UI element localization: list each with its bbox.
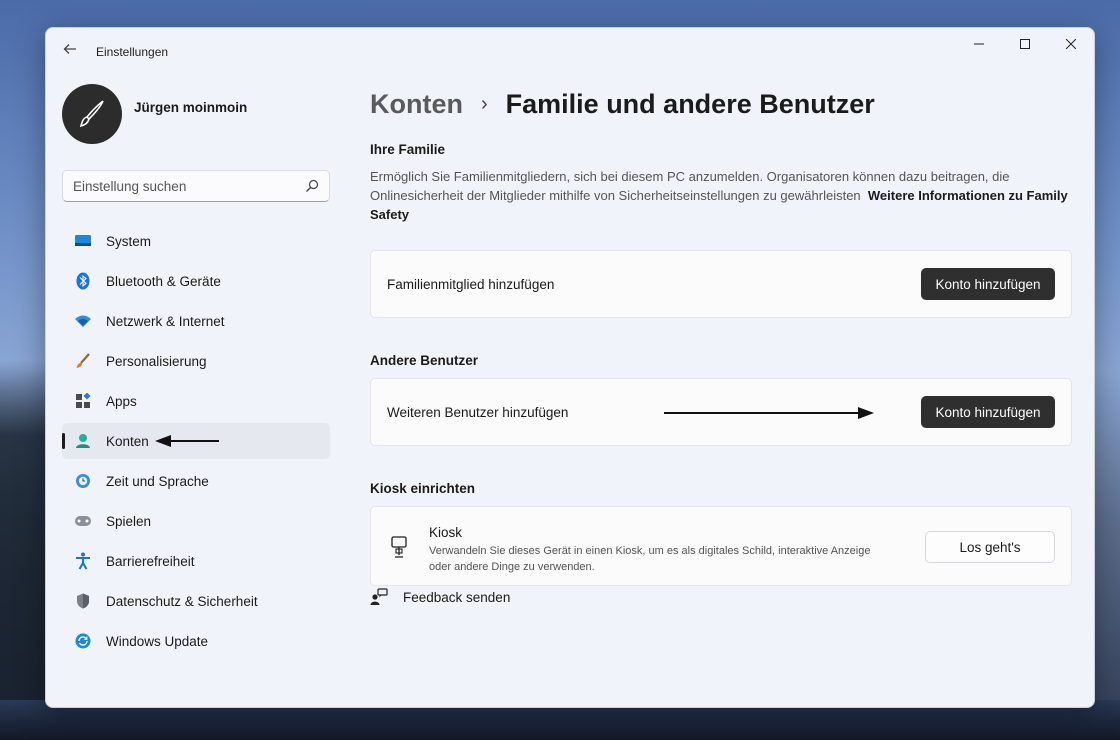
family-heading: Ihre Familie (370, 142, 446, 157)
annotation-arrow-head (858, 407, 874, 419)
sidebar-item-time-language[interactable]: Zeit und Sprache (62, 463, 330, 499)
wifi-icon (74, 312, 92, 330)
annotation-arrow-line (167, 440, 219, 442)
search-box[interactable] (62, 170, 330, 202)
maximize-button[interactable] (1002, 28, 1048, 60)
settings-window: Einstellungen Jürgen moinmoin Einstellun… (45, 27, 1095, 708)
sidebar-item-accessibility[interactable]: Barrierefreiheit (62, 543, 330, 579)
family-member-label: Familienmitglied hinzufügen (387, 277, 555, 292)
kiosk-title: Kiosk (429, 525, 463, 540)
page-title: Familie und andere Benutzer (505, 88, 875, 119)
sidebar-item-accounts[interactable]: Konten (62, 423, 330, 459)
shield-icon (74, 592, 92, 610)
sidebar-item-label: Netzwerk & Internet (106, 313, 225, 329)
sidebar-item-windows-update[interactable]: Windows Update (62, 623, 330, 659)
brush-icon (74, 352, 92, 370)
title-bar: Einstellungen (46, 28, 1094, 76)
kiosk-description: Verwandeln Sie dieses Gerät in einen Kio… (429, 545, 871, 573)
sidebar-item-label: Spielen (106, 513, 152, 529)
family-member-card: Familienmitglied hinzufügen Konto hinzuf… (370, 250, 1072, 318)
kiosk-heading: Kiosk einrichten (370, 481, 476, 496)
kiosk-card: Kiosk Verwandeln Sie dieses Gerät in ein… (370, 506, 1072, 586)
sidebar-item-label: Personalisierung (106, 353, 207, 369)
other-user-card: Weiteren Benutzer hinzufügen Konto hinzu… (370, 378, 1072, 446)
sidebar-item-label: Datenschutz & Sicherheit (106, 593, 258, 609)
close-icon (1066, 39, 1076, 49)
minimize-button[interactable] (956, 28, 1002, 60)
breadcrumb: Konten › Familie und andere Benutzer (370, 86, 875, 122)
other-users-heading: Andere Benutzer (370, 353, 479, 368)
app-title: Einstellungen (96, 45, 169, 59)
sidebar-item-label: Barrierefreiheit (106, 553, 195, 569)
family-description: Ermöglich Sie Familienmitgliedern, sich … (370, 167, 1076, 224)
sidebar-item-privacy[interactable]: Datenschutz & Sicherheit (62, 583, 330, 619)
sidebar-item-label: Bluetooth & Geräte (106, 273, 221, 289)
annotation-arrow-line (664, 412, 860, 414)
feedback-link[interactable]: Feedback senden (370, 588, 510, 606)
sidebar-item-network[interactable]: Netzwerk & Internet (62, 303, 330, 339)
apps-icon (74, 392, 92, 410)
breadcrumb-parent[interactable]: Konten (370, 89, 463, 120)
update-icon (74, 632, 92, 650)
gamepad-icon (74, 512, 92, 530)
sidebar-item-label: Zeit und Sprache (106, 473, 209, 489)
clock-globe-icon (74, 472, 92, 490)
kiosk-start-button[interactable]: Los geht's (925, 531, 1055, 563)
profile-name: Jürgen moinmoin (134, 100, 248, 115)
paintbrush-icon (79, 100, 104, 128)
sidebar-item-bluetooth[interactable]: Bluetooth & Geräte (62, 263, 330, 299)
feedback-icon (370, 588, 388, 605)
search-input[interactable] (73, 171, 293, 201)
accessibility-icon (74, 552, 92, 570)
minimize-icon (974, 43, 984, 45)
person-icon (74, 432, 92, 450)
kiosk-icon (391, 536, 407, 558)
sidebar-item-apps[interactable]: Apps (62, 383, 330, 419)
other-user-label: Weiteren Benutzer hinzufügen (387, 405, 569, 420)
add-family-account-button[interactable]: Konto hinzufügen (921, 268, 1055, 300)
avatar[interactable] (62, 84, 122, 144)
sidebar-item-label: Apps (106, 393, 137, 409)
sidebar-item-label: Windows Update (106, 633, 209, 649)
search-icon (306, 179, 319, 192)
maximize-icon (1020, 39, 1030, 49)
sidebar-nav: System Bluetooth & Geräte Netzwerk & Int… (62, 223, 330, 663)
bluetooth-icon (74, 272, 92, 290)
arrow-left-icon (63, 44, 76, 54)
sidebar-item-label: Konten (106, 433, 149, 449)
monitor-icon (74, 232, 92, 250)
back-button[interactable] (58, 40, 82, 64)
sidebar-item-personalization[interactable]: Personalisierung (62, 343, 330, 379)
sidebar-item-system[interactable]: System (62, 223, 330, 259)
feedback-label: Feedback senden (403, 589, 511, 605)
add-other-user-account-button[interactable]: Konto hinzufügen (921, 396, 1055, 428)
sidebar-item-gaming[interactable]: Spielen (62, 503, 330, 539)
sidebar-item-label: System (106, 233, 152, 249)
close-button[interactable] (1048, 28, 1094, 60)
chevron-right-icon: › (480, 92, 488, 115)
